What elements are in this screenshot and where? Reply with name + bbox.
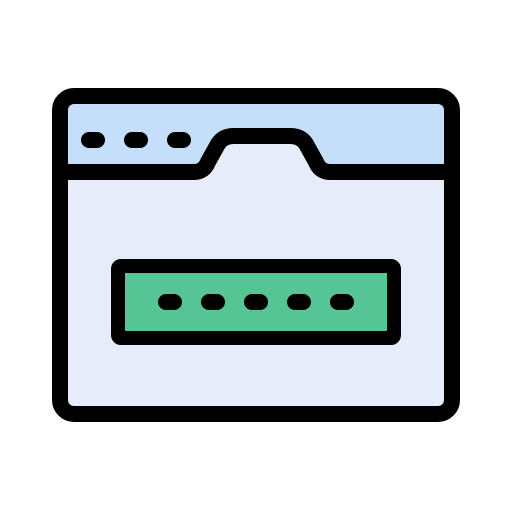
password-mask-dot (287, 294, 311, 310)
window-control-dot (124, 132, 148, 148)
window-control-dot (81, 132, 105, 148)
password-mask-dot (244, 294, 268, 310)
window-control-dots (81, 132, 191, 148)
window-control-dot (167, 132, 191, 148)
password-mask-dot (201, 294, 225, 310)
icon-canvas (0, 0, 512, 512)
password-mask-dot (158, 294, 182, 310)
browser-password-icon (52, 88, 460, 422)
password-mask-dot (330, 294, 354, 310)
